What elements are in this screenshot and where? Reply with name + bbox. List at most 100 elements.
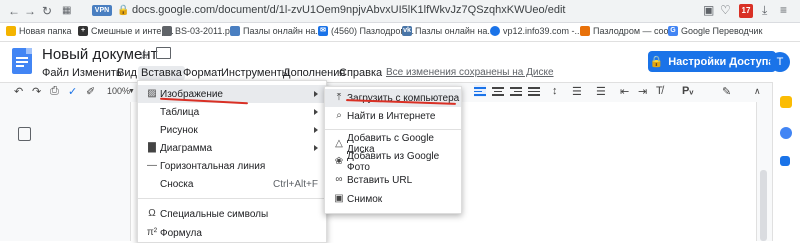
- hr-icon: —: [147, 160, 157, 171]
- share-button[interactable]: 🔒 Настройки Доступа: [648, 51, 776, 72]
- align-left-icon[interactable]: [474, 85, 486, 97]
- decrease-indent-icon[interactable]: ⇤: [620, 85, 629, 98]
- bookmark-item[interactable]: Новая папка: [6, 26, 71, 36]
- puzzle-icon: [580, 26, 590, 36]
- bookmark-item[interactable]: vp12.info39.com -...: [490, 26, 582, 36]
- browser-address-bar: ← → ↻ ▦ VPN 🔒 docs.google.com/document/d…: [0, 0, 800, 23]
- menu-item-label: Горизонтальная линия: [160, 160, 266, 172]
- menu-icon[interactable]: ≡: [780, 3, 787, 17]
- insert-menu: ▨ Изображение Таблица Рисунок ▇ Диаграмм…: [137, 80, 327, 243]
- extension-badge[interactable]: 17: [739, 4, 753, 18]
- menu-help[interactable]: Справка: [336, 66, 385, 80]
- docs-logo-icon[interactable]: [12, 48, 32, 74]
- bookmark-item[interactable]: vk Пазлы онлайн на...: [402, 26, 495, 36]
- numbered-list-icon[interactable]: ☰: [572, 85, 582, 98]
- menu-view[interactable]: Вид: [114, 66, 140, 80]
- bookmark-label: Пазлодром — coo...: [593, 26, 677, 36]
- submenu-arrow-icon: [314, 145, 318, 151]
- menu-item-label: Найти в Интернете: [347, 110, 436, 122]
- bookmark-item[interactable]: ✉ (4560) Пазлодром...: [318, 26, 414, 36]
- grid-icon[interactable]: ▦: [62, 5, 71, 16]
- clear-formatting-icon[interactable]: T̸: [656, 85, 663, 97]
- back-icon[interactable]: ←: [8, 4, 20, 18]
- tasks-icon[interactable]: [780, 127, 792, 139]
- paint-format-icon[interactable]: ✐: [86, 85, 95, 98]
- align-justify-icon[interactable]: [528, 85, 540, 97]
- menu-item-image[interactable]: ▨ Изображение: [138, 85, 326, 103]
- print-icon[interactable]: ⎙: [50, 85, 59, 98]
- collapse-chevron-icon[interactable]: ∧: [754, 86, 761, 97]
- menu-divider: [138, 198, 326, 199]
- bookmark-item[interactable]: G Google Переводчик: [668, 26, 762, 36]
- camera-icon[interactable]: ▣: [703, 3, 714, 17]
- menu-item-insert-url[interactable]: ∞ Вставить URL: [325, 171, 461, 189]
- bookmark-item[interactable]: Пазлодром — coo...: [580, 26, 676, 36]
- folder-icon[interactable]: [156, 47, 171, 59]
- menu-file[interactable]: Файл: [39, 66, 72, 80]
- submenu-arrow-icon: [314, 127, 318, 133]
- menu-item-special-chars[interactable]: Ω Специальные символы: [138, 205, 326, 223]
- submenu-arrow-icon: [314, 91, 318, 97]
- menu-item-horizontal-line[interactable]: — Горизонтальная линия: [138, 157, 326, 175]
- menu-item-label: Вставить URL: [347, 174, 413, 186]
- star-icon[interactable]: ☆: [138, 46, 151, 63]
- menu-item-label: Диаграмма: [160, 142, 213, 154]
- editing-mode-icon[interactable]: ✎: [722, 85, 731, 98]
- menu-item-search-web[interactable]: ⌕ Найти в Интернете: [325, 107, 461, 125]
- chevron-down-icon[interactable]: ▼: [128, 88, 135, 95]
- menu-item-label: Формула: [160, 227, 202, 239]
- menu-item-google-photos[interactable]: ❀ Добавить из Google Фото: [325, 151, 461, 173]
- bookmark-label: Новая папка: [19, 26, 72, 36]
- outline-icon[interactable]: [18, 127, 31, 141]
- photos-icon: ❀: [334, 156, 344, 167]
- translate-icon: G: [668, 26, 678, 36]
- plus-icon: +: [78, 26, 88, 36]
- input-tools-icon[interactable]: Pᵥ: [682, 85, 693, 97]
- menu-item-drawing[interactable]: Рисунок: [138, 121, 326, 139]
- avatar[interactable]: T: [770, 52, 790, 72]
- line-spacing-icon[interactable]: ↕: [552, 85, 558, 97]
- link-icon: ∞: [335, 174, 343, 185]
- search-icon: ⌕: [336, 110, 342, 121]
- pi-icon: π²: [146, 227, 158, 238]
- bookmark-heart-icon[interactable]: ♡: [720, 3, 731, 17]
- increase-indent-icon[interactable]: ⇥: [638, 85, 647, 98]
- menu-item-label: Специальные символы: [160, 208, 269, 220]
- menu-item-footnote[interactable]: Сноска Ctrl+Alt+F: [138, 175, 326, 193]
- web-icon: [162, 26, 172, 36]
- save-status[interactable]: Все изменения сохранены на Диске: [386, 67, 554, 78]
- menu-item-chart[interactable]: ▇ Диаграмма: [138, 139, 326, 157]
- vpn-badge[interactable]: VPN: [92, 5, 112, 16]
- bookmark-label: Google Переводчик: [681, 26, 763, 36]
- menu-insert[interactable]: Вставка: [138, 66, 185, 80]
- url-text[interactable]: docs.google.com/document/d/1l-zvU1Oem9np…: [132, 4, 565, 16]
- bulleted-list-icon[interactable]: ☰: [596, 85, 606, 98]
- keep-icon[interactable]: [780, 96, 792, 108]
- bookmark-item[interactable]: BS-03-2011.pdf: [162, 26, 237, 36]
- omega-icon: Ω: [148, 208, 156, 219]
- vk-icon: vk: [402, 26, 412, 36]
- bookmark-label: vp12.info39.com -...: [503, 26, 583, 36]
- bookmark-item[interactable]: + Смешные и интер...: [78, 26, 174, 36]
- menu-item-equation[interactable]: π² Формула: [138, 224, 326, 242]
- bookmark-label: BS-03-2011.pdf: [175, 26, 238, 36]
- reload-icon[interactable]: ↻: [42, 4, 52, 18]
- lock-icon[interactable]: 🔒: [117, 5, 129, 16]
- forward-icon[interactable]: →: [24, 4, 36, 18]
- undo-icon[interactable]: ↶: [14, 85, 23, 98]
- zoom-select[interactable]: 100%: [107, 86, 130, 96]
- vertical-scrollbar[interactable]: [760, 170, 767, 241]
- menu-item-label: Сноска: [160, 178, 194, 190]
- bookmark-item[interactable]: Пазлы онлайн на...: [230, 26, 323, 36]
- menu-item-camera[interactable]: ▣ Снимок: [325, 190, 461, 208]
- spellcheck-icon[interactable]: ✓: [68, 85, 77, 98]
- menu-item-table[interactable]: Таблица: [138, 103, 326, 121]
- align-right-icon[interactable]: [510, 85, 522, 97]
- calendar-icon[interactable]: [780, 156, 790, 166]
- align-center-icon[interactable]: [492, 85, 504, 97]
- submenu-arrow-icon: [314, 109, 318, 115]
- image-submenu: ⤒ Загрузить с компьютера ⌕ Найти в Интер…: [324, 86, 462, 214]
- redo-icon[interactable]: ↷: [32, 85, 41, 98]
- drive-icon: △: [335, 138, 343, 149]
- download-icon[interactable]: ⤓: [762, 3, 767, 18]
